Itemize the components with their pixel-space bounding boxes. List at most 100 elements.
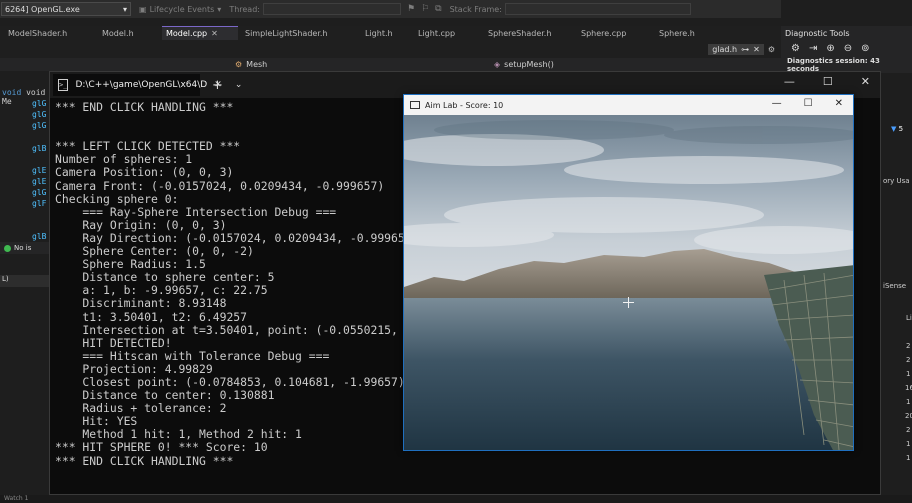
tab-label: Sphere.cpp <box>581 28 627 38</box>
process-dropdown[interactable]: 6264] OpenGL.exe ▾ <box>1 2 131 16</box>
tab-light-cpp[interactable]: Light.cpp <box>413 26 484 40</box>
code-line: glG <box>32 110 47 119</box>
zoom-out-icon[interactable]: ⊖ <box>844 43 852 54</box>
flag-icon[interactable]: ⚑ <box>407 4 415 14</box>
code-line: glG <box>32 188 47 197</box>
tab-label: Sphere.h <box>659 28 695 38</box>
issues-status[interactable]: No is <box>0 242 50 254</box>
stack-frame-dropdown[interactable] <box>504 3 691 15</box>
aim-lab-window-controls: — ☐ ✕ <box>772 98 843 109</box>
issues-label: No is <box>14 244 32 252</box>
line-value: 2 <box>906 426 911 434</box>
method-icon: ◈ <box>494 60 501 69</box>
class-icon: ⚙ <box>235 60 243 69</box>
lifecycle-events[interactable]: ▣ Lifecycle Events ▾ <box>139 5 221 14</box>
line-value: 2 <box>906 356 911 364</box>
nav-class[interactable]: ⚙ Mesh <box>235 59 267 70</box>
intellisense-label: iSense <box>883 282 907 290</box>
code-line: glF <box>32 199 47 208</box>
maximize-icon[interactable]: ☐ <box>823 75 833 88</box>
tab-sphere-cpp[interactable]: Sphere.cpp <box>576 26 655 40</box>
aim-lab-titlebar[interactable]: Aim Lab - Score: 10 — ☐ ✕ <box>404 95 853 115</box>
line-value: 1 <box>906 370 911 378</box>
tab-label: SimpleLightShader.h <box>245 28 328 38</box>
reset-zoom-icon[interactable]: ⊚ <box>861 43 869 54</box>
tab-sphereshader-h[interactable]: SphereShader.h <box>484 26 576 40</box>
nav-class-label: Mesh <box>246 60 268 69</box>
check-icon <box>4 244 11 252</box>
game-viewport[interactable] <box>404 115 853 450</box>
pin-icon[interactable]: ⊶ <box>741 45 749 54</box>
desktop: 6264] OpenGL.exe ▾ ▣ Lifecycle Events ▾ … <box>0 0 912 503</box>
chevron-down-icon: ▾ <box>217 4 222 14</box>
crosshair-icon <box>623 297 634 308</box>
diagnostic-toolbar: ⚙ ⇥ ⊕ ⊖ ⊚ <box>781 41 912 56</box>
tab-glad-h[interactable]: glad.h ⊶ ✕ <box>708 43 764 55</box>
thread-label: Thread: <box>229 4 260 14</box>
line-value: 20 <box>905 412 912 420</box>
tab-sphere-h[interactable]: Sphere.h <box>655 26 715 40</box>
minimize-icon[interactable]: — <box>784 75 795 88</box>
gear-icon[interactable]: ⚙ <box>791 43 800 54</box>
memory-usage-label: ory Usa <box>883 177 910 185</box>
chevron-down-icon: ▾ <box>122 4 127 14</box>
close-icon[interactable]: ✕ <box>211 29 218 38</box>
code-line: glG <box>32 121 47 130</box>
triangle-down-icon: ▼ <box>891 125 897 133</box>
lifecycle-label: Lifecycle Events <box>149 4 215 14</box>
skybox-scene <box>404 115 853 450</box>
diagnostic-tools: Diagnostic Tools ⚙ ⇥ ⊕ ⊖ ⊚ Diagnostics s… <box>781 26 912 73</box>
tab-label: Light.cpp <box>418 28 456 38</box>
filter-icon[interactable]: ⚐ <box>421 4 429 14</box>
settings-icon[interactable]: ⚙ <box>768 45 775 54</box>
diagnostic-panel-partial: ▼ 5 ory Usa iSense Li 2 2 1 16 1 20 2 1 … <box>881 73 912 495</box>
terminal-line: *** END CLICK HANDLING *** <box>55 453 234 468</box>
file-tabs: ModelShader.h Model.h Model.cpp ✕ SimpleL… <box>0 26 781 40</box>
code-line: glE <box>32 166 47 175</box>
minimize-icon[interactable]: — <box>772 98 782 109</box>
window-icon <box>410 101 420 109</box>
code-editor[interactable]: void void Me glG glG glG glB glE glE glG… <box>0 71 50 241</box>
stack-icon: ⧉ <box>435 4 442 14</box>
terminal-tab[interactable]: >_ D:\C++\game\OpenGL\x64\D ✕ <box>53 74 222 96</box>
zoom-in-icon[interactable]: ⊕ <box>826 43 834 54</box>
process-memory-value: ▼ 5 <box>891 125 903 133</box>
line-value: 1 <box>906 454 911 462</box>
tab-light-h[interactable]: Light.h <box>353 26 413 40</box>
nav-method-label: setupMesh() <box>504 60 554 69</box>
tab-label: glad.h <box>712 44 738 54</box>
tab-simplelightshader-h[interactable]: SimpleLightShader.h <box>238 26 353 40</box>
terminal-tab-title: D:\C++\game\OpenGL\x64\D <box>75 80 208 90</box>
watch-bar: Watch 1 <box>0 495 912 503</box>
line-value: 2 <box>906 342 911 350</box>
aim-lab-window[interactable]: Aim Lab - Score: 10 — ☐ ✕ <box>403 94 854 451</box>
chevron-down-icon[interactable]: ⌄ <box>235 80 243 90</box>
code-line: glE <box>32 177 47 186</box>
lifecycle-icon: ▣ <box>139 4 147 14</box>
maximize-icon[interactable]: ☐ <box>804 98 813 109</box>
console-icon: >_ <box>58 79 69 91</box>
line-value: 1 <box>906 440 911 448</box>
close-icon[interactable]: ✕ <box>861 75 870 88</box>
tab-label: ModelShader.h <box>8 28 68 38</box>
select-tools-icon[interactable]: ⇥ <box>809 43 817 54</box>
tab-modelshader-h[interactable]: ModelShader.h <box>0 26 96 40</box>
close-icon[interactable]: ✕ <box>753 45 760 54</box>
navigation-bar: ⚙ Mesh ◈ setupMesh() <box>0 58 781 71</box>
output-panel <box>0 290 50 503</box>
tab-model-h[interactable]: Model.h <box>96 26 162 40</box>
line-value: 16 <box>905 384 912 392</box>
tab-model-cpp[interactable]: Model.cpp ✕ <box>162 26 238 40</box>
code-line: glB <box>32 144 47 153</box>
aim-lab-title: Aim Lab - Score: 10 <box>425 100 504 110</box>
memory-value: 5 <box>898 125 904 133</box>
line-value: 1 <box>906 398 911 406</box>
nav-method[interactable]: ◈ setupMesh() <box>494 59 554 70</box>
close-icon[interactable]: ✕ <box>835 98 843 109</box>
thread-dropdown[interactable] <box>262 3 401 15</box>
stack-frame-label: Stack Frame: <box>449 4 502 14</box>
code-line: glB <box>32 232 47 241</box>
new-tab-icon[interactable]: + <box>212 78 223 93</box>
process-label: 6264] OpenGL.exe <box>5 4 80 14</box>
tab-label: Model.cpp <box>166 29 208 38</box>
